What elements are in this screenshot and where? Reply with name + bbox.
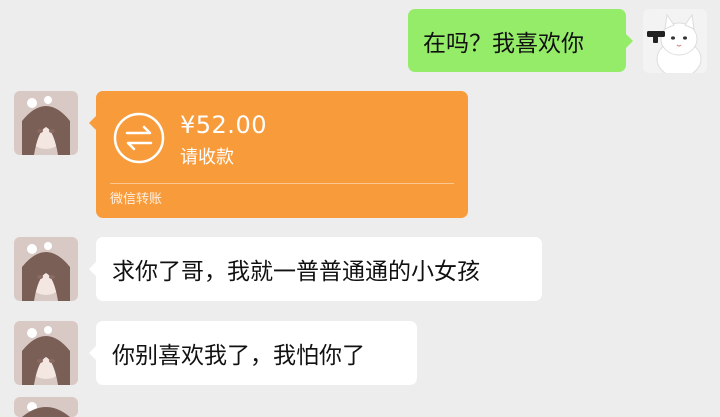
message-text: 求你了哥，我就一普普通通的小女孩 bbox=[112, 259, 480, 285]
girl-avatar-icon bbox=[14, 397, 78, 417]
cat-avatar-icon bbox=[643, 9, 707, 73]
transfer-divider bbox=[110, 183, 454, 184]
contact-avatar[interactable] bbox=[14, 237, 78, 301]
girl-avatar-icon bbox=[14, 91, 78, 155]
message-text: 你别喜欢我了，我怕你了 bbox=[112, 343, 365, 369]
contact-avatar[interactable] bbox=[14, 321, 78, 385]
message-bubble-sent[interactable]: 在吗？我喜欢你 bbox=[408, 9, 633, 72]
message-bubble-received[interactable]: 求你了哥，我就一普普通通的小女孩 bbox=[89, 237, 542, 301]
transfer-footer-label: 微信转账 bbox=[110, 192, 163, 207]
chat-window: 在吗？我喜欢你 ¥52.00 请收款 微信转账 求你了哥，我就一普普通通的小女孩… bbox=[0, 0, 720, 417]
transfer-card[interactable]: ¥52.00 请收款 微信转账 bbox=[89, 91, 468, 218]
transfer-status: 请收款 bbox=[180, 147, 234, 168]
girl-avatar-icon bbox=[14, 237, 78, 301]
contact-avatar[interactable] bbox=[14, 91, 78, 155]
contact-avatar[interactable] bbox=[14, 397, 78, 417]
my-avatar[interactable] bbox=[643, 9, 707, 73]
message-bubble-received[interactable]: 你别喜欢我了，我怕你了 bbox=[89, 321, 417, 385]
girl-avatar-icon bbox=[14, 321, 78, 385]
message-text: 在吗？我喜欢你 bbox=[423, 30, 584, 57]
transfer-amount: ¥52.00 bbox=[180, 111, 267, 139]
transfer-icon bbox=[113, 112, 165, 164]
